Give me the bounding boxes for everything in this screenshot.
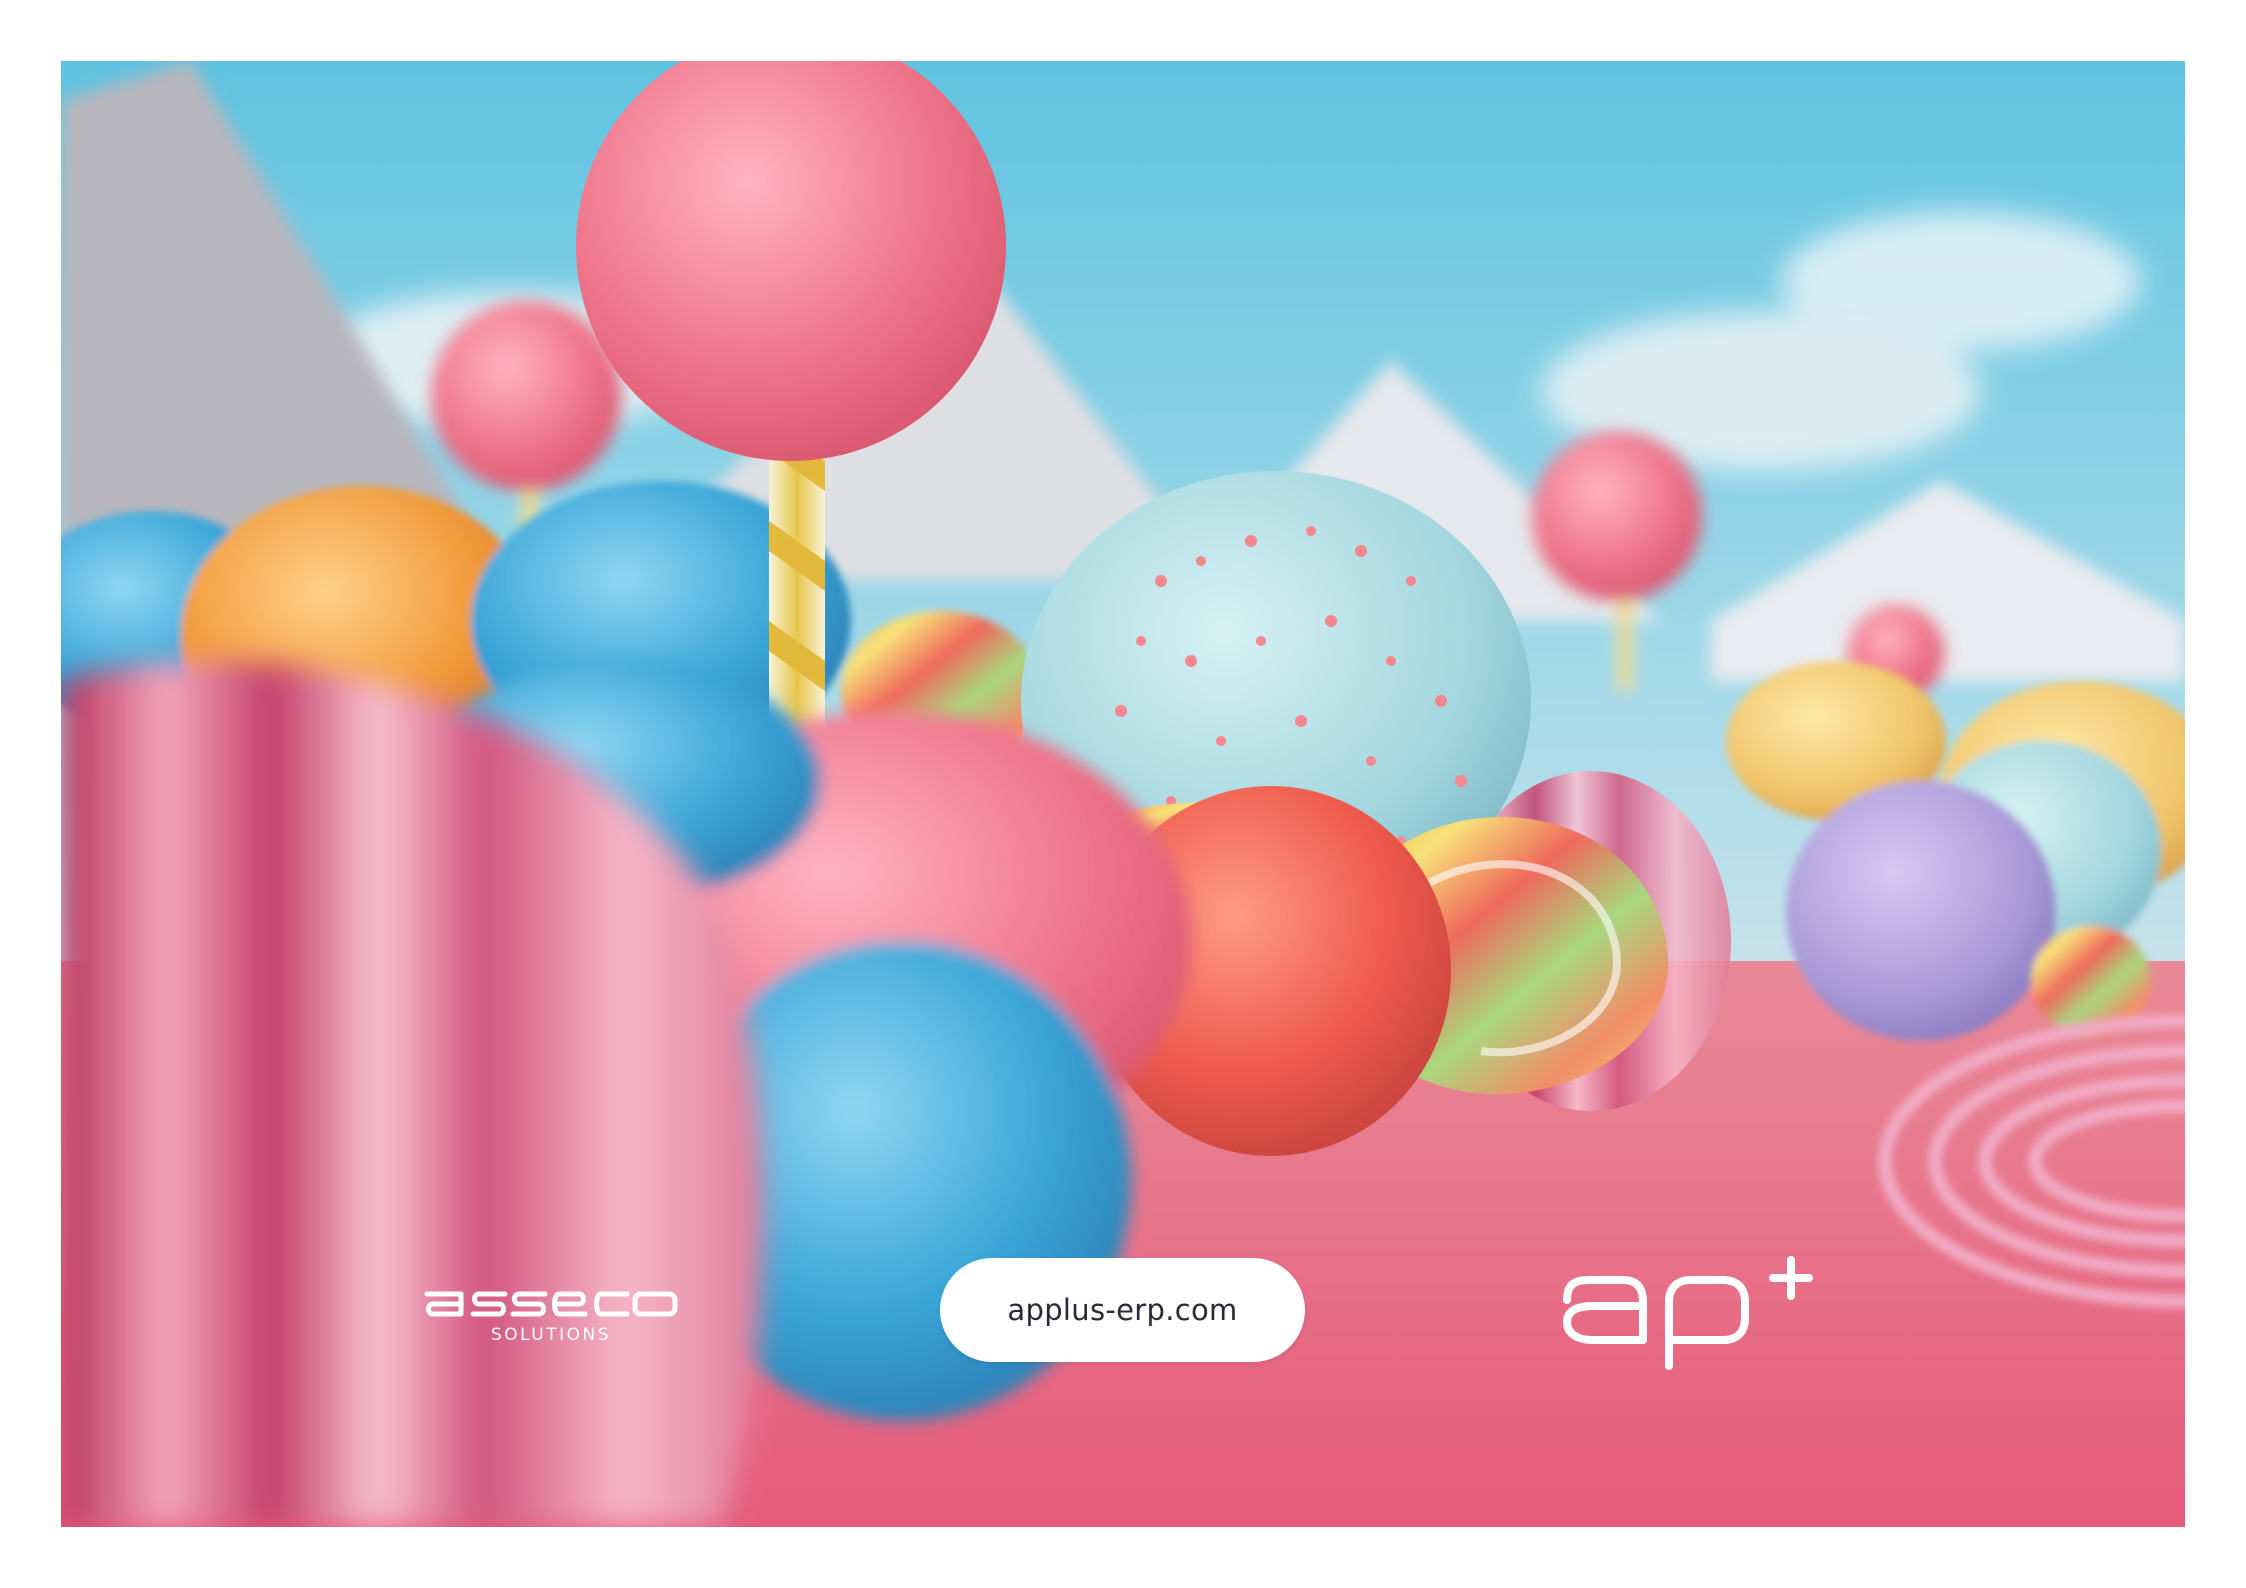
asseco-letter-o (632, 1291, 678, 1317)
asseco-solutions-logo: SOLUTIONS (424, 1291, 678, 1345)
website-url-pill[interactable]: applus-erp.com (940, 1258, 1305, 1362)
ap-letter-a (1563, 1276, 1647, 1344)
applus-ap-plus-logo (1563, 1256, 1813, 1370)
ap-letter-p (1665, 1276, 1749, 1370)
asseco-letter-s1 (470, 1291, 508, 1317)
asseco-letter-e (552, 1291, 588, 1317)
hero-image-frame: SOLUTIONS applus-erp.com (61, 61, 2185, 1527)
asseco-letter-a (424, 1291, 464, 1317)
asseco-letter-c (594, 1291, 630, 1317)
ap-plus-sign (1769, 1256, 1813, 1300)
website-url-text[interactable]: applus-erp.com (1007, 1293, 1237, 1327)
asseco-subtitle: SOLUTIONS (491, 1325, 611, 1345)
asseco-letter-s2 (510, 1291, 548, 1317)
